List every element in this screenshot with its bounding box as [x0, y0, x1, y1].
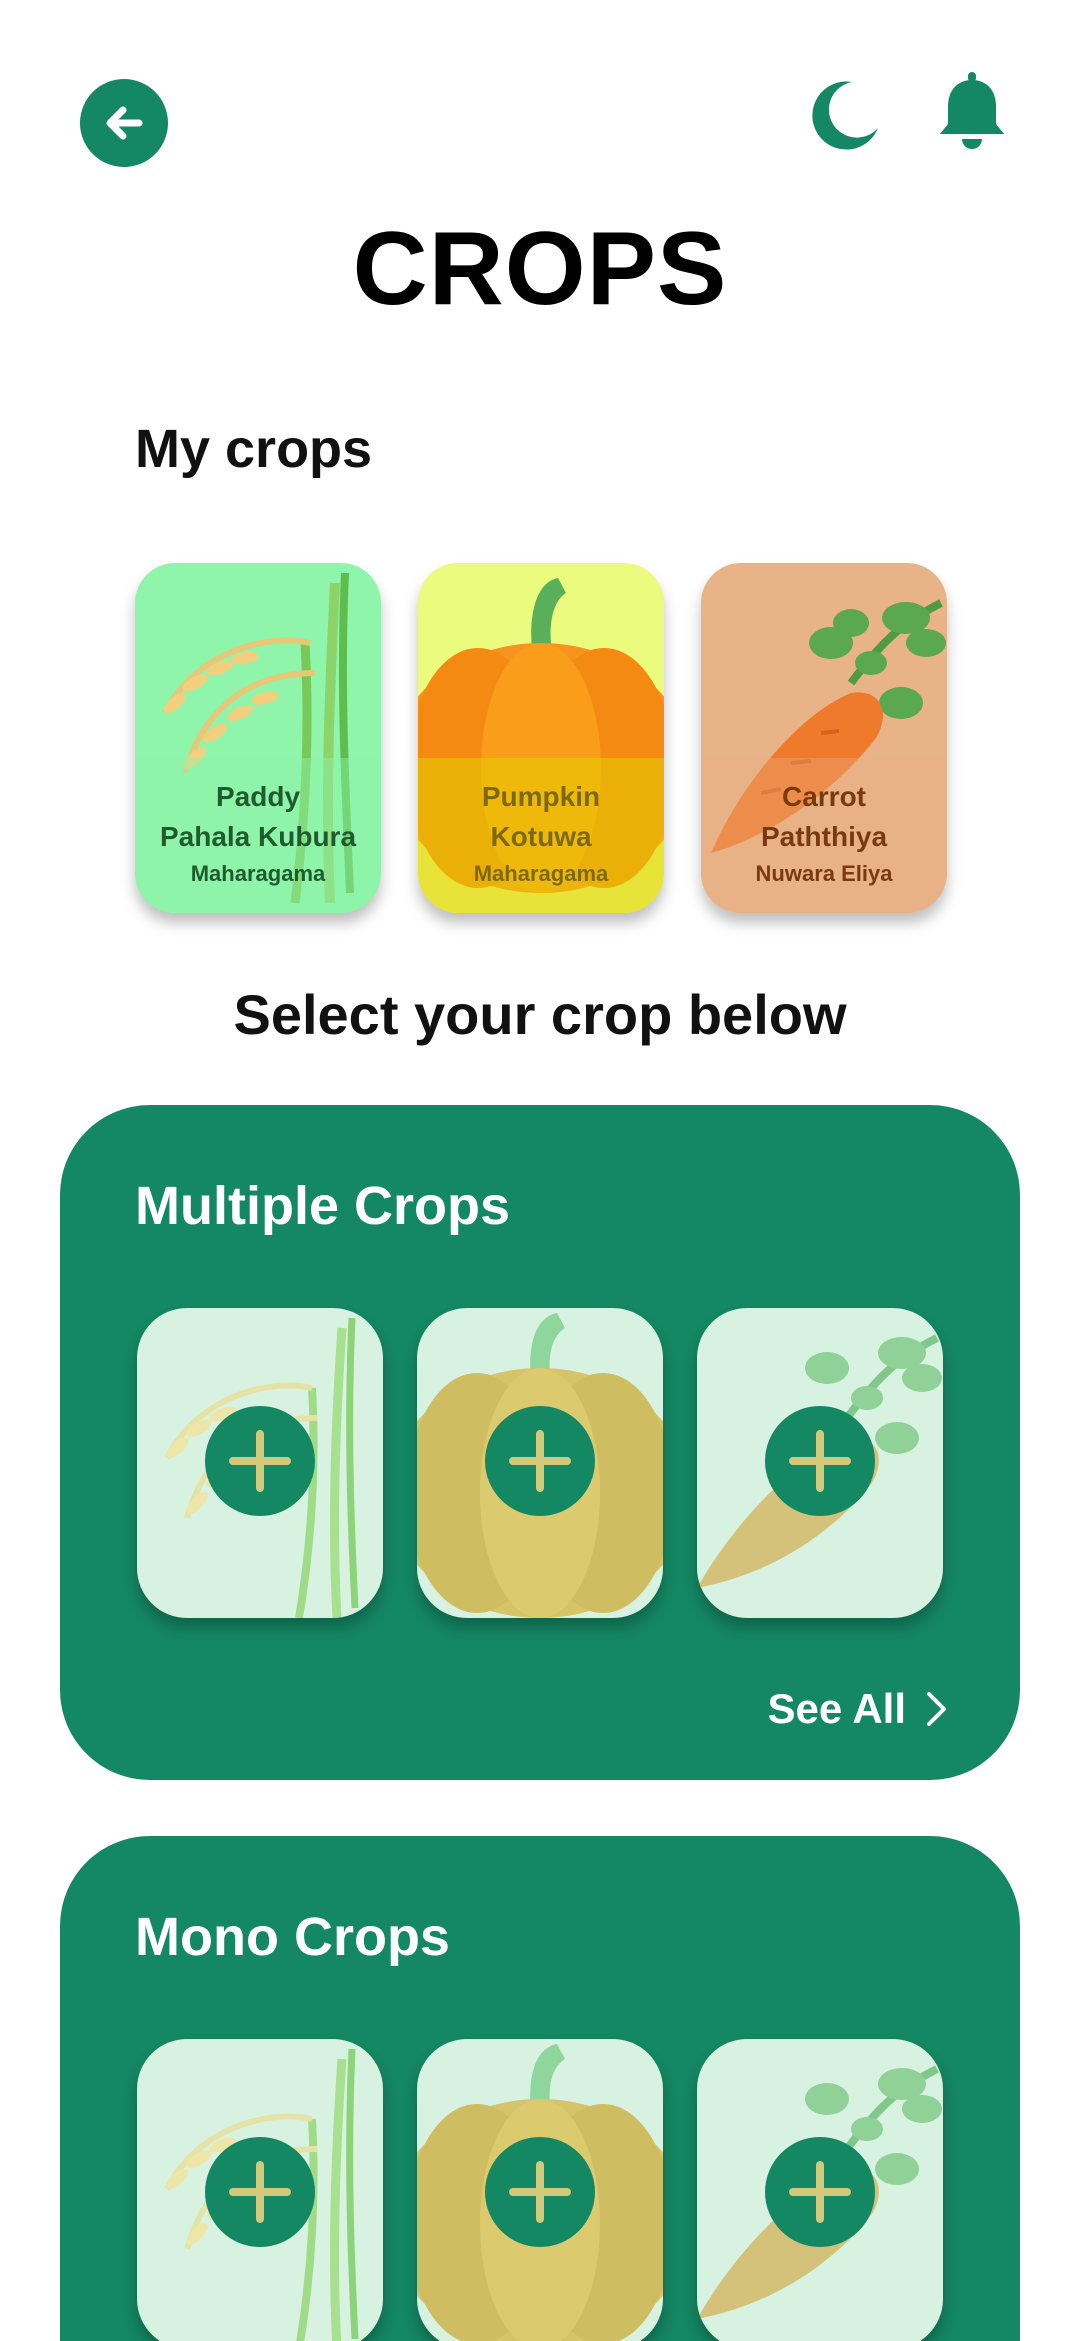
see-all-label: See All [767, 1685, 906, 1732]
my-crop-variety: Paththiya [760, 821, 888, 852]
my-crop-card-paddy[interactable]: Paddy Pahala Kubura Maharagama [135, 563, 381, 913]
my-crop-location: Maharagama [190, 861, 326, 886]
select-crop-prompt: Select your crop below [233, 983, 847, 1046]
moon-icon[interactable] [808, 78, 880, 150]
my-crop-variety: Kotuwa [490, 821, 592, 852]
add-paddy-tile[interactable] [137, 1308, 383, 1618]
multiple-crops-title: Multiple Crops [135, 1176, 510, 1236]
add-paddy-tile[interactable] [137, 2039, 383, 2341]
mono-crops-panel: Mono Crops [60, 1836, 1020, 2341]
add-carrot-tile[interactable] [697, 1308, 943, 1618]
mono-crops-title: Mono Crops [135, 1907, 450, 1967]
my-crop-variety: Pahala Kubura [159, 821, 357, 852]
chevron-right-icon [927, 1692, 946, 1726]
add-icon[interactable] [765, 1406, 875, 1516]
my-crop-name: Paddy [215, 781, 301, 812]
back-button[interactable] [80, 79, 168, 167]
my-crop-location: Nuwara Eliya [755, 861, 893, 886]
my-crops-heading: My crops [135, 419, 373, 479]
see-all-link[interactable]: See All [767, 1685, 950, 1733]
add-icon[interactable] [205, 2137, 315, 2247]
my-crop-name: Carrot [781, 781, 866, 812]
arrow-left-icon [106, 106, 143, 140]
add-pumpkin-tile[interactable] [417, 1308, 663, 1618]
my-crop-card-pumpkin[interactable]: Pumpkin Kotuwa Maharagama [418, 563, 664, 913]
add-icon[interactable] [205, 1406, 315, 1516]
multiple-crops-panel: Multiple Crops See All [60, 1105, 1020, 1780]
add-icon[interactable] [765, 2137, 875, 2247]
add-icon[interactable] [485, 1406, 595, 1516]
my-crop-name: Pumpkin [481, 781, 601, 812]
my-crop-card-carrot[interactable]: Carrot Paththiya Nuwara Eliya [701, 563, 947, 913]
bell-icon[interactable] [934, 72, 1010, 152]
add-icon[interactable] [485, 2137, 595, 2247]
add-carrot-tile[interactable] [697, 2039, 943, 2341]
page-title: CROPS [352, 211, 728, 327]
my-crop-location: Maharagama [473, 861, 609, 886]
add-pumpkin-tile[interactable] [417, 2039, 663, 2341]
